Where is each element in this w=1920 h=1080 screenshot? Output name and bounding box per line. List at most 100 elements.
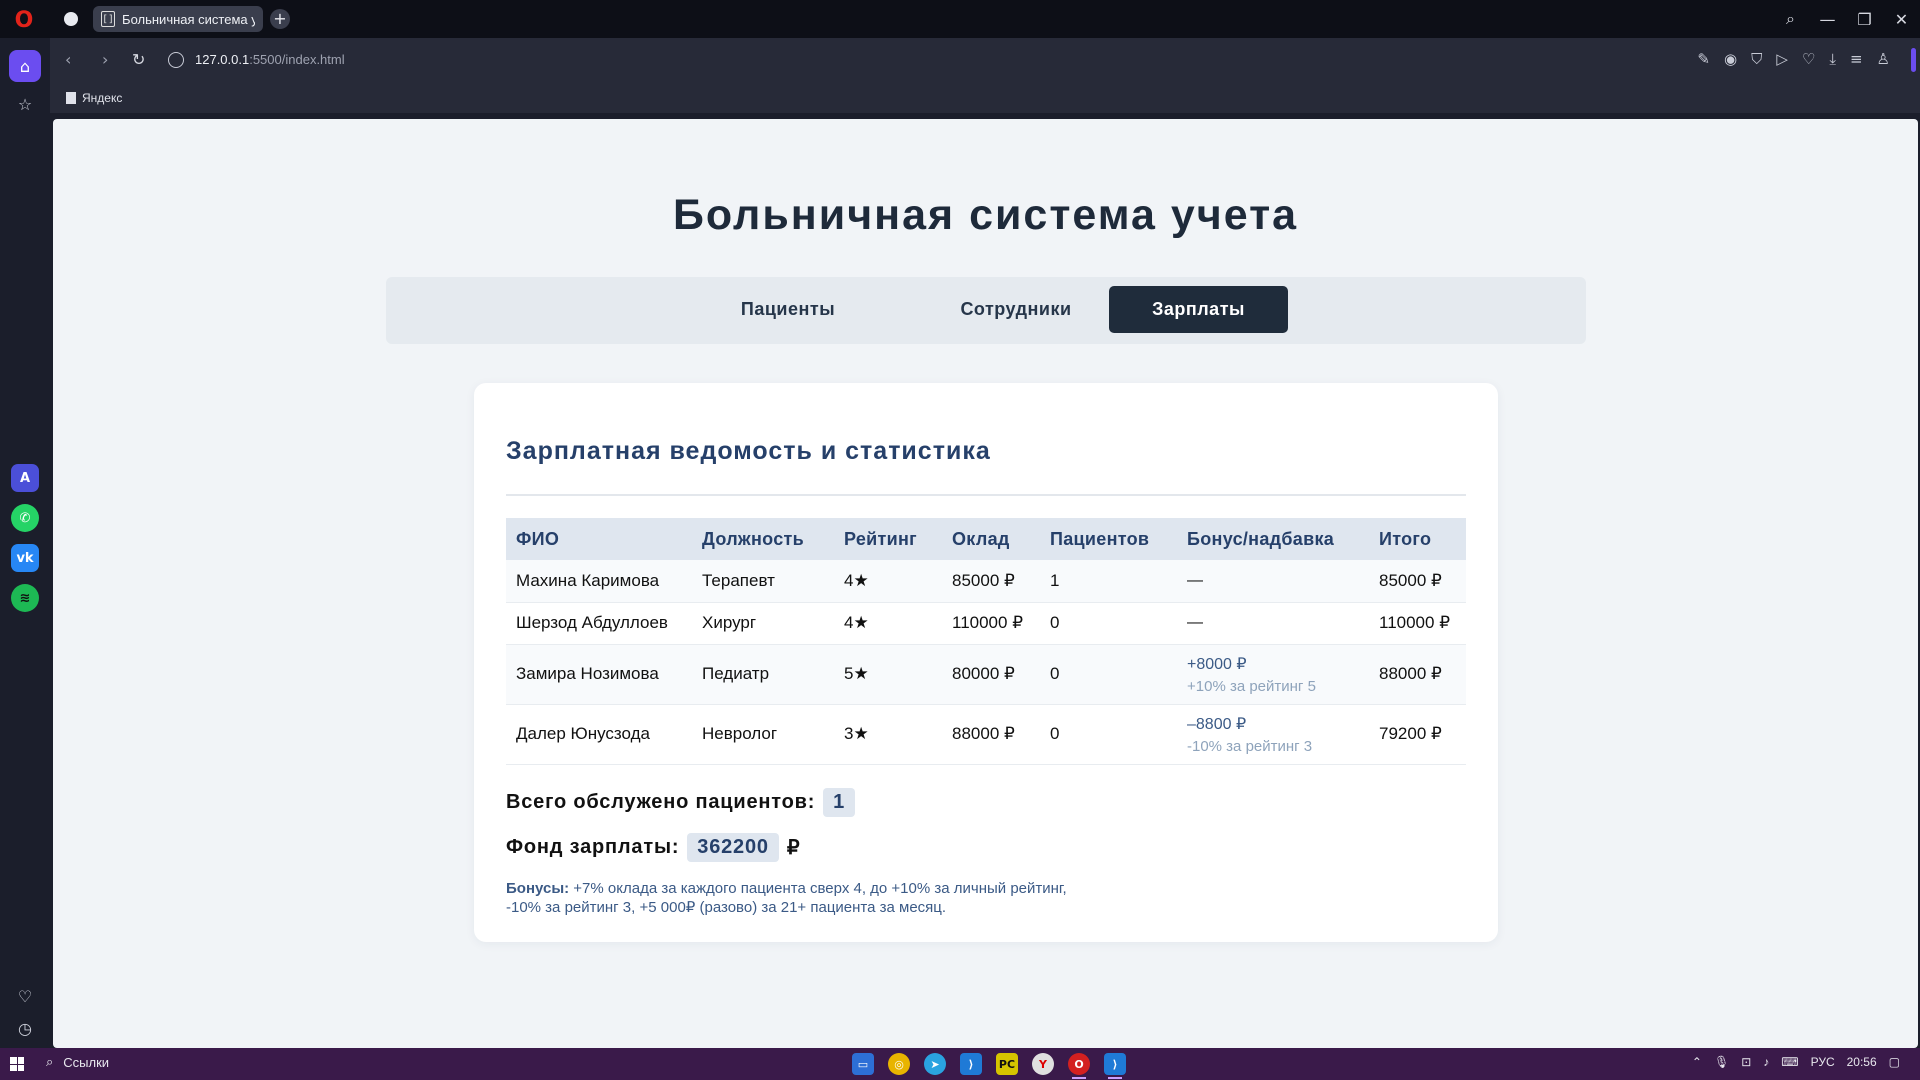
vk-icon[interactable]: vk — [11, 544, 39, 572]
cell-salary: 80000 ₽ — [942, 644, 1040, 705]
bonus-rules-text-2: -10% за рейтинг 3, +5 000₽ (разово) за 2… — [506, 899, 947, 916]
site-info-globe-icon[interactable] — [168, 52, 184, 68]
network-icon[interactable]: ⊡ — [1741, 1055, 1751, 1069]
telegram-icon[interactable]: ➤ — [924, 1053, 946, 1075]
table-row: Далер Юнусзода Невролог 3★ 88000 ₽ 0 –88… — [506, 704, 1466, 765]
main-nav-tabs: Пациенты Сотрудники Зарплаты — [386, 277, 1586, 344]
home-icon[interactable]: ⌂ — [9, 50, 41, 82]
page-title: Больничная система учета — [672, 191, 1299, 239]
tab-staff[interactable]: Сотрудники — [926, 286, 1106, 333]
vscode-2-icon[interactable]: ⟩ — [1104, 1053, 1126, 1079]
browser-tab-strip: O [] Больничная система учет + ⌕ — ❐ ✕ — [0, 0, 1920, 38]
bookmark-yandex[interactable]: Яндекс — [66, 91, 122, 105]
volume-icon[interactable]: ♪ — [1763, 1055, 1769, 1069]
spotify-icon[interactable]: ≋ — [11, 584, 39, 612]
cell-rating: 5★ — [834, 644, 942, 705]
forward-arrow-icon[interactable]: › — [102, 50, 108, 69]
whatsapp-icon[interactable]: ✆ — [11, 504, 39, 532]
tab-patients[interactable]: Пациенты — [713, 286, 863, 333]
cell-bonus: –8800 ₽ -10% за рейтинг 3 — [1177, 704, 1369, 765]
clock[interactable]: 20:56 — [1847, 1055, 1877, 1069]
chevron-up-icon[interactable]: ⌃ — [1692, 1055, 1702, 1069]
heart-icon[interactable]: ♡ — [1802, 50, 1815, 68]
url-field[interactable]: 127.0.0.1:5500/index.html — [195, 52, 345, 67]
profile-icon[interactable]: ♙ — [1877, 50, 1890, 68]
speed-dial-tab[interactable] — [58, 8, 84, 30]
shield-icon[interactable]: ⛉ — [1751, 50, 1762, 68]
active-browser-tab[interactable]: [] Больничная система учет — [93, 6, 263, 32]
globe-icon — [64, 12, 78, 26]
bonus-value: — — [1187, 571, 1203, 589]
heart-icon[interactable]: ♡ — [9, 980, 41, 1012]
notifications-icon[interactable]: ▢ — [1889, 1055, 1900, 1069]
taskbar-search[interactable]: ⌕ Ссылки — [46, 1054, 109, 1070]
history-clock-icon[interactable]: ◷ — [9, 1012, 41, 1044]
bonus-note: +10% за рейтинг 5 — [1187, 677, 1316, 695]
window-controls: ⌕ — ❐ ✕ — [1772, 0, 1920, 38]
restore-button[interactable]: ❐ — [1846, 10, 1883, 29]
table-row: Махина Каримова Терапевт 4★ 85000 ₽ 1 — … — [506, 560, 1466, 603]
play-icon[interactable]: ▷ — [1776, 50, 1788, 68]
payroll-table: ФИО Должность Рейтинг Оклад Пациентов Бо… — [506, 518, 1466, 765]
menu-icon[interactable]: ≡ — [1850, 50, 1863, 68]
cell-rating: 4★ — [834, 602, 942, 645]
opera-logo-icon[interactable]: O — [12, 9, 36, 33]
table-row: Шерзод Абдуллоев Хирург 4★ 110000 ₽ 0 — … — [506, 602, 1466, 645]
url-host: 127.0.0.1 — [195, 52, 250, 67]
opera-icon[interactable]: O — [1068, 1053, 1090, 1079]
chrome-icon[interactable]: ◎ — [888, 1053, 910, 1075]
search-tabs-icon[interactable]: ⌕ — [1772, 9, 1809, 29]
col-header-position: Должность — [702, 528, 805, 549]
cell-patients: 1 — [1040, 560, 1177, 603]
bookmark-label: Яндекс — [82, 91, 123, 105]
table-header-row: ФИО Должность Рейтинг Оклад Пациентов Бо… — [506, 518, 1466, 560]
tab-title: Больничная система учет — [122, 11, 255, 27]
vscode-icon[interactable]: ⟩ — [960, 1053, 982, 1075]
cell-position: Невролог — [692, 704, 834, 765]
cell-position: Хирург — [692, 602, 834, 645]
col-header-bonus: Бонус/надбавка — [1187, 528, 1335, 549]
col-header-rating: Рейтинг — [844, 528, 917, 549]
tab-salaries[interactable]: Зарплаты — [1109, 286, 1288, 333]
reload-icon[interactable]: ↻ — [132, 50, 145, 69]
pycharm-icon[interactable]: PC — [996, 1053, 1018, 1075]
cell-patients: 0 — [1040, 644, 1177, 705]
edit-icon[interactable]: ✎ — [1697, 50, 1710, 68]
bonus-value: –8800 ₽ — [1187, 715, 1247, 733]
minimize-button[interactable]: — — [1809, 10, 1846, 29]
cell-position: Педиатр — [692, 644, 834, 705]
keyboard-icon[interactable]: ⌨ — [1781, 1055, 1798, 1069]
col-header-salary: Оклад — [952, 528, 1010, 549]
desktop-app-icon[interactable]: ▭ — [852, 1053, 874, 1075]
camera-icon[interactable]: ◉ — [1724, 50, 1737, 68]
os-taskbar: ⌕ Ссылки ▭ ◎ ➤ ⟩ PC Y O ⟩ ⌃ 🎙 ⊡ ♪ ⌨ РУС … — [0, 1048, 1920, 1080]
cell-rating: 3★ — [834, 704, 942, 765]
windows-start-icon[interactable] — [10, 1057, 24, 1071]
payroll-title: Зарплатная ведомость и статистика — [506, 437, 991, 465]
sidebar-indicator — [1911, 48, 1916, 72]
back-arrow-icon[interactable]: ‹ — [65, 50, 71, 69]
aria-app-icon[interactable]: A — [11, 464, 39, 492]
table-row: Замира Нозимова Педиатр 5★ 80000 ₽ 0 +80… — [506, 644, 1466, 705]
bookmarks-bar: Яндекс — [50, 82, 1920, 115]
taskbar-apps: ▭ ◎ ➤ ⟩ PC Y O ⟩ — [852, 1053, 1126, 1079]
cell-name: Далер Юнусзода — [506, 704, 692, 765]
language-indicator[interactable]: РУС — [1811, 1055, 1835, 1069]
bonus-rules-label: Бонусы: — [506, 880, 570, 897]
system-tray: ⌃ 🎙 ⊡ ♪ ⌨ РУС 20:56 ▢ — [1692, 1055, 1900, 1069]
salary-fund-label: Фонд зарплаты: — [506, 836, 680, 858]
cell-bonus: — — [1177, 602, 1369, 645]
yandex-browser-icon[interactable]: Y — [1032, 1053, 1054, 1075]
search-icon: ⌕ — [46, 1054, 54, 1069]
cell-bonus: — — [1177, 560, 1369, 603]
cell-name: Шерзод Абдуллоев — [506, 602, 692, 645]
star-icon[interactable]: ☆ — [9, 88, 41, 120]
close-window-button[interactable]: ✕ — [1883, 10, 1920, 29]
total-patients-badge: 1 — [823, 788, 856, 817]
new-tab-button[interactable]: + — [270, 9, 290, 29]
bonus-rules-note: Бонусы: +7% оклада за каждого пациента с… — [506, 879, 1126, 917]
cell-name: Махина Каримова — [506, 560, 692, 603]
microphone-icon[interactable]: 🎙 — [1714, 1055, 1729, 1069]
download-icon[interactable]: ⤓ — [1829, 50, 1836, 68]
payroll-card: Зарплатная ведомость и статистика ФИО До… — [474, 383, 1498, 942]
